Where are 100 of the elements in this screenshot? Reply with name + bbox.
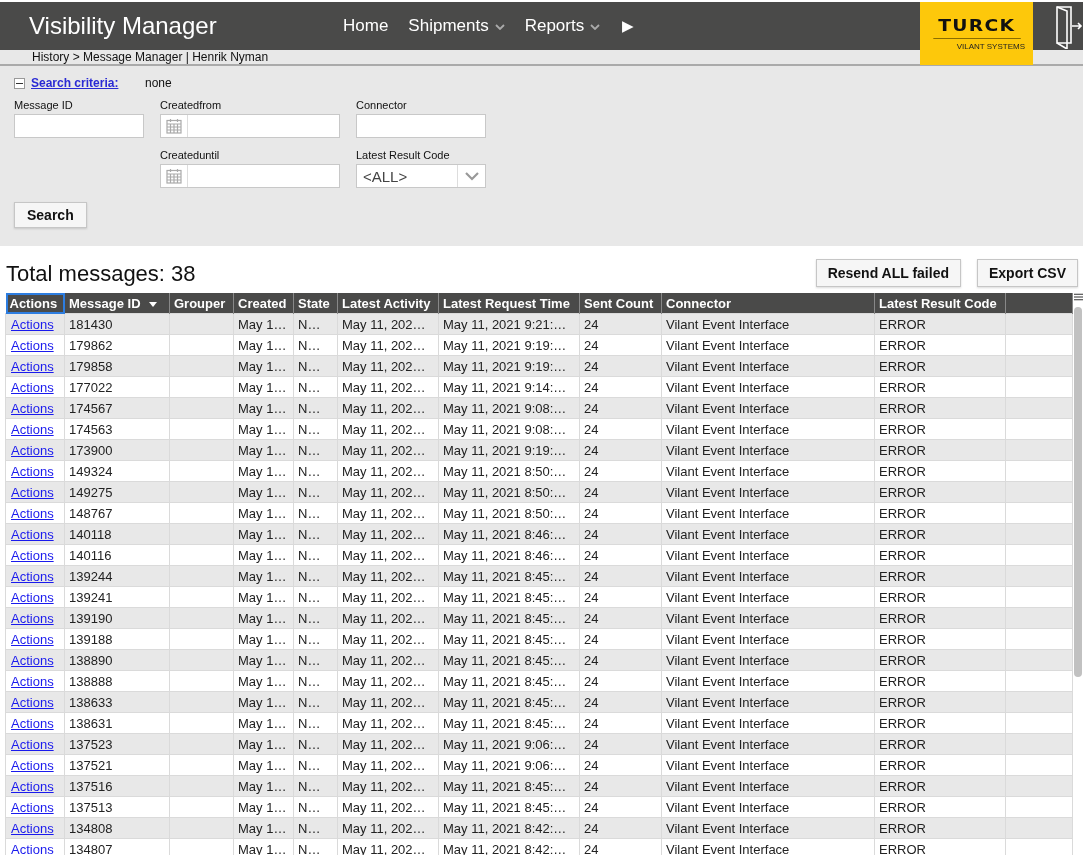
- chevron-icon: [590, 24, 601, 30]
- table-cell: May 11, 202…: [342, 337, 426, 353]
- table-cell: May 11, 202…: [342, 694, 426, 710]
- table-cell: 24: [584, 631, 599, 647]
- table-cell: Vilant Event Interface: [666, 820, 790, 836]
- table-cell: May 11, 202…: [342, 652, 426, 668]
- date-field[interactable]: [160, 114, 340, 138]
- table-cell: 24: [584, 547, 599, 563]
- table-cell: May 11, 2021 9:21:…: [443, 316, 567, 332]
- menu-icon[interactable]: [1073, 293, 1083, 301]
- column-header[interactable]: Grouper: [169, 293, 234, 314]
- input-field[interactable]: [356, 114, 486, 138]
- column-header[interactable]: Latest Activity: [337, 293, 439, 314]
- field-label: Createdfrom: [160, 99, 223, 111]
- logout-icon[interactable]: [1055, 5, 1083, 49]
- table-cell: 24: [584, 589, 599, 605]
- table-cell: 139190: [69, 610, 113, 626]
- total-count: Total messages: 38: [6, 261, 196, 287]
- column-header[interactable]: Actions: [5, 293, 65, 314]
- table-cell: May 11, 2021 9:19:…: [443, 337, 567, 353]
- column-header[interactable]: Sent Count: [579, 293, 662, 314]
- table-cell: N…: [298, 673, 321, 689]
- table-cell: May 1…: [238, 526, 287, 542]
- table-cell: 137523: [69, 736, 113, 752]
- table-cell: Vilant Event Interface: [666, 337, 790, 353]
- table-cell: 24: [584, 400, 599, 416]
- table-cell: 24: [584, 568, 599, 584]
- chevron-icon: [464, 171, 479, 181]
- table-cell: 149275: [69, 484, 113, 500]
- table-cell: May 1…: [238, 421, 287, 437]
- table-cell: Vilant Event Interface: [666, 484, 790, 500]
- table-cell: May 11, 202…: [342, 400, 426, 416]
- table-cell: 173900: [69, 442, 113, 458]
- table-cell: May 11, 2021 8:46:…: [443, 547, 567, 563]
- table-cell: May 11, 202…: [342, 820, 426, 836]
- table-cell: ERROR: [879, 589, 926, 605]
- nav-link[interactable]: Shipments: [408, 16, 505, 36]
- table-cell: May 11, 202…: [342, 589, 426, 605]
- table-cell: May 11, 202…: [342, 421, 426, 437]
- table-cell: 177022: [69, 379, 113, 395]
- search-button[interactable]: Search: [14, 202, 87, 228]
- table-cell: ERROR: [879, 631, 926, 647]
- column-header[interactable]: Latest Request Time: [438, 293, 580, 314]
- table-cell: N…: [298, 820, 321, 836]
- table-cell: May 1…: [238, 358, 287, 374]
- table-cell: Vilant Event Interface: [666, 841, 790, 855]
- collapse-toggle[interactable]: [14, 77, 25, 89]
- table-cell: May 11, 202…: [342, 736, 426, 752]
- more-button[interactable]: ▶: [622, 17, 635, 35]
- input-field[interactable]: [14, 114, 144, 138]
- table-cell: 24: [584, 610, 599, 626]
- table-cell: ERROR: [879, 505, 926, 521]
- table-cell: Vilant Event Interface: [666, 799, 790, 815]
- table-cell: May 11, 202…: [342, 673, 426, 689]
- action-button[interactable]: Resend ALL failed: [815, 259, 961, 287]
- table-cell: May 11, 202…: [342, 778, 426, 794]
- nav-link[interactable]: Home: [343, 16, 389, 36]
- table-cell: May 11, 2021 9:08:…: [443, 421, 567, 437]
- table-cell: N…: [298, 652, 321, 668]
- table-cell: N…: [298, 316, 321, 332]
- table-cell: 24: [584, 379, 599, 395]
- table-cell: ERROR: [879, 547, 926, 563]
- table-cell: Vilant Event Interface: [666, 631, 790, 647]
- table-cell: 140116: [69, 547, 112, 563]
- table-cell: May 11, 202…: [342, 757, 426, 773]
- table-cell: May 1…: [238, 631, 287, 647]
- search-criteria-link[interactable]: Search criteria:: [31, 76, 145, 90]
- column-header[interactable]: State: [293, 293, 338, 314]
- select-field[interactable]: <ALL>: [356, 164, 486, 188]
- table-cell: May 1…: [238, 610, 287, 626]
- table-cell: N…: [298, 631, 321, 647]
- column-header[interactable]: Connector: [661, 293, 875, 314]
- table-cell: May 1…: [238, 694, 287, 710]
- table-cell: Vilant Event Interface: [666, 421, 790, 437]
- table-cell: N…: [298, 358, 321, 374]
- field-label: Connector: [356, 99, 408, 111]
- app-title: Visibility Manager: [29, 12, 218, 40]
- table-cell: Vilant Event Interface: [666, 589, 790, 605]
- table-cell: Vilant Event Interface: [666, 736, 790, 752]
- scrollbar[interactable]: [1074, 307, 1082, 677]
- table-cell: 174567: [69, 400, 113, 416]
- action-button[interactable]: Export CSV: [977, 259, 1078, 287]
- table-cell: 138633: [69, 694, 113, 710]
- date-field[interactable]: [160, 164, 340, 188]
- table-cell: Vilant Event Interface: [666, 358, 790, 374]
- breadcrumb: History > Message Manager | Henrik Nyman: [32, 50, 269, 64]
- table-cell: ERROR: [879, 337, 926, 353]
- table-cell: May 11, 2021 8:45:…: [443, 631, 567, 647]
- table-cell: ERROR: [879, 841, 926, 855]
- table-cell: May 11, 2021 8:45:…: [443, 778, 567, 794]
- table-cell: May 11, 2021 9:19:…: [443, 442, 567, 458]
- column-header[interactable]: Created: [233, 293, 294, 314]
- table-cell: N…: [298, 715, 321, 731]
- chevron-icon: [494, 24, 505, 30]
- column-header[interactable]: Latest Result Code: [874, 293, 1006, 314]
- column-header[interactable]: Message ID: [64, 293, 170, 314]
- table-cell: 139188: [69, 631, 113, 647]
- table-cell: May 11, 2021 8:45:…: [443, 652, 567, 668]
- nav-link[interactable]: Reports: [524, 16, 601, 36]
- table-cell: May 1…: [238, 652, 287, 668]
